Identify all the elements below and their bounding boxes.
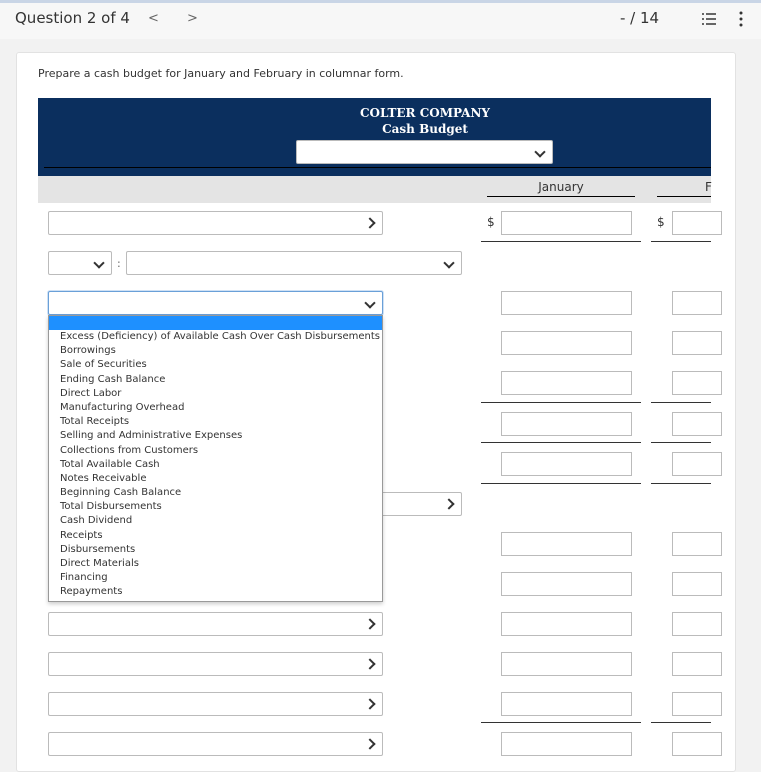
- row-3-feb-input[interactable]: [672, 291, 722, 315]
- dropdown-option[interactable]: Receipts: [49, 529, 382, 543]
- row-11-label-select[interactable]: [48, 612, 383, 636]
- row-9-feb-input[interactable]: [672, 532, 722, 556]
- row-1-jan-rule: [481, 241, 641, 242]
- dropdown-option[interactable]: Financing: [49, 571, 382, 585]
- row-5-jan-rule: [481, 402, 641, 403]
- row-14-jan-input[interactable]: [501, 732, 632, 756]
- dropdown-option-blank-selected[interactable]: [49, 316, 382, 330]
- row-2-label-select[interactable]: [126, 251, 462, 275]
- dropdown-option[interactable]: Repayments: [49, 585, 382, 599]
- row-10-jan-input[interactable]: [501, 572, 632, 596]
- question-label: Question 2 of 4: [15, 9, 130, 27]
- row-5-feb-input[interactable]: [672, 371, 722, 395]
- row-7-feb-input[interactable]: [672, 452, 722, 476]
- column-february-underline: [657, 196, 711, 197]
- row-3-jan-input[interactable]: [501, 291, 632, 315]
- row-12-label-select[interactable]: [48, 652, 383, 676]
- chevron-right-icon: [364, 738, 376, 750]
- dropdown-option[interactable]: Total Available Cash: [49, 458, 382, 472]
- dropdown-option[interactable]: Manufacturing Overhead: [49, 401, 382, 415]
- row-1-feb-input[interactable]: [672, 211, 722, 235]
- chevron-right-icon: [364, 618, 376, 630]
- question-toolbar: Question 2 of 4 < > - / 14: [0, 3, 761, 39]
- header-divider: [44, 167, 711, 168]
- row-1-feb-rule: [651, 241, 711, 242]
- dropdown-option[interactable]: Sale of Securities: [49, 358, 382, 372]
- column-january: January: [538, 180, 584, 194]
- chevron-down-icon: [364, 297, 376, 309]
- row-13-feb-rule: [651, 722, 711, 723]
- dropdown-option[interactable]: Notes Receivable: [49, 472, 382, 486]
- list-icon[interactable]: [702, 12, 716, 26]
- dropdown-option[interactable]: Borrowings: [49, 344, 382, 358]
- dropdown-options-list[interactable]: Excess (Deficiency) of Available Cash Ov…: [48, 315, 383, 602]
- dropdown-option[interactable]: Selling and Administrative Expenses: [49, 429, 382, 443]
- dropdown-option[interactable]: Direct Materials: [49, 557, 382, 571]
- column-february: F: [705, 180, 712, 194]
- dropdown-option[interactable]: Total Disbursements: [49, 500, 382, 514]
- dropdown-option[interactable]: Disbursements: [49, 543, 382, 557]
- dropdown-option[interactable]: Direct Labor: [49, 387, 382, 401]
- chevron-right-icon[interactable]: >: [187, 11, 198, 26]
- row-5-jan-input[interactable]: [501, 371, 632, 395]
- more-vertical-icon[interactable]: [738, 11, 744, 27]
- chevron-right-icon: [364, 658, 376, 670]
- dropdown-option[interactable]: Collections from Customers: [49, 444, 382, 458]
- row-14-feb-input[interactable]: [672, 732, 722, 756]
- row-13-jan-input[interactable]: [501, 692, 632, 716]
- chevron-right-icon: [443, 498, 455, 510]
- row-4-jan-input[interactable]: [501, 331, 632, 355]
- colon-separator: :: [117, 257, 121, 270]
- row-7-jan-input[interactable]: [501, 452, 632, 476]
- row-13-jan-rule: [481, 722, 641, 723]
- statement-title: Cash Budget: [382, 122, 468, 136]
- row-6-jan-rule: [481, 442, 641, 443]
- row-10-feb-input[interactable]: [672, 572, 722, 596]
- chevron-down-icon: [443, 257, 455, 269]
- chevron-down-icon: [534, 146, 546, 158]
- dropdown-option[interactable]: Beginning Cash Balance: [49, 486, 382, 500]
- row-13-label-select[interactable]: [48, 692, 383, 716]
- period-select[interactable]: [296, 140, 553, 164]
- dollar-sign-jan: $: [487, 215, 495, 229]
- row-12-jan-input[interactable]: [501, 652, 632, 676]
- row-7-feb-rule: [651, 483, 711, 484]
- row-3-label-select[interactable]: [48, 291, 383, 315]
- chevron-left-icon[interactable]: <: [148, 11, 159, 26]
- row-14-label-select[interactable]: [48, 732, 383, 756]
- dropdown-option[interactable]: Excess (Deficiency) of Available Cash Ov…: [49, 330, 382, 344]
- row-7-jan-rule: [481, 483, 641, 484]
- row-1-jan-input[interactable]: [501, 211, 632, 235]
- dropdown-option[interactable]: Ending Cash Balance: [49, 373, 382, 387]
- chevron-right-icon: [364, 217, 376, 229]
- dollar-sign-feb: $: [657, 215, 665, 229]
- row-2-prefix-select[interactable]: [48, 251, 112, 275]
- chevron-down-icon: [93, 257, 105, 269]
- row-6-feb-input[interactable]: [672, 412, 722, 436]
- row-13-feb-input[interactable]: [672, 692, 722, 716]
- company-name: COLTER COMPANY: [360, 106, 490, 120]
- row-4-feb-input[interactable]: [672, 331, 722, 355]
- row-11-jan-input[interactable]: [501, 612, 632, 636]
- row-5-feb-rule: [651, 402, 711, 403]
- row-1-label-select[interactable]: [48, 211, 383, 235]
- column-january-underline: [487, 196, 635, 197]
- row-6-feb-rule: [651, 442, 711, 443]
- row-9-jan-input[interactable]: [501, 532, 632, 556]
- row-12-feb-input[interactable]: [672, 652, 722, 676]
- score-label: - / 14: [620, 9, 660, 27]
- row-11-feb-input[interactable]: [672, 612, 722, 636]
- dropdown-option[interactable]: Total Receipts: [49, 415, 382, 429]
- row-6-jan-input[interactable]: [501, 412, 632, 436]
- question-prompt: Prepare a cash budget for January and Fe…: [38, 67, 404, 80]
- dropdown-option[interactable]: Cash Dividend: [49, 514, 382, 528]
- chevron-right-icon: [364, 698, 376, 710]
